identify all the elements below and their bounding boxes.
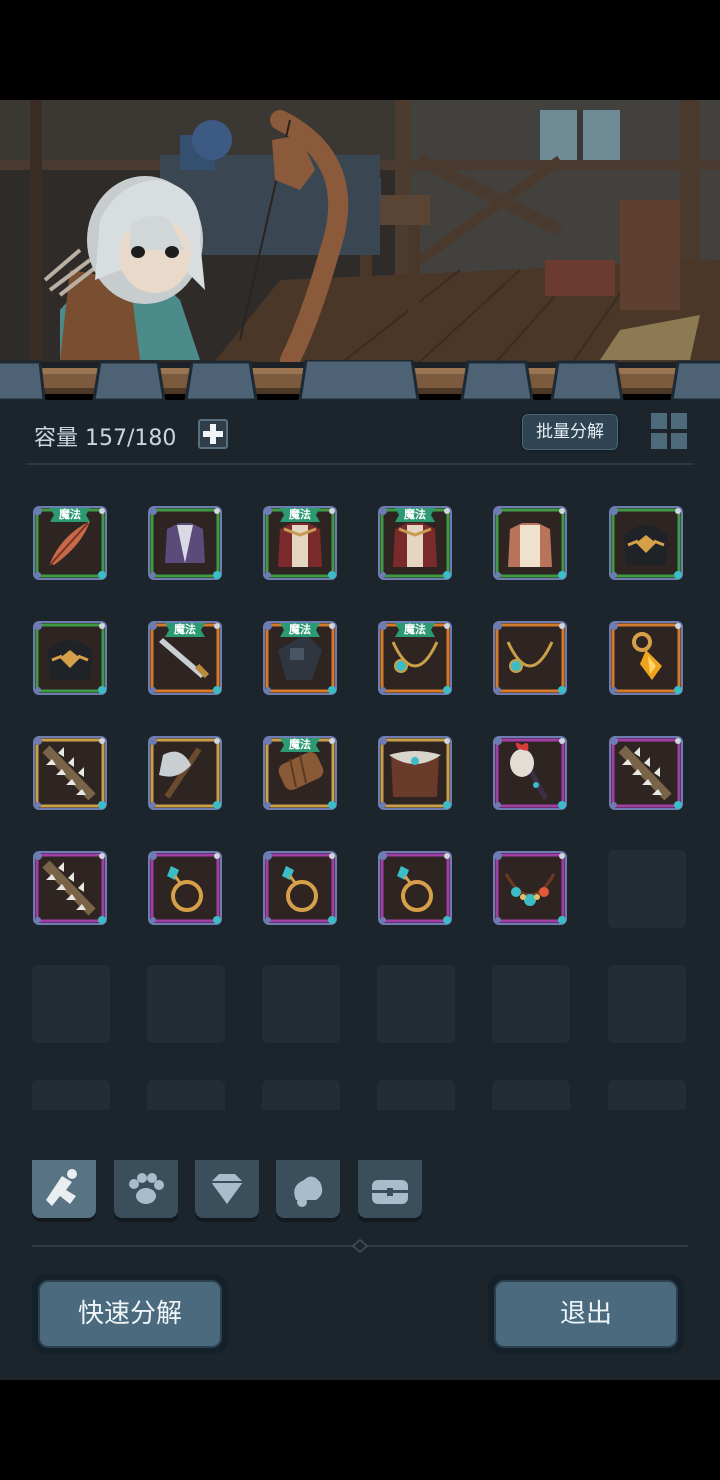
scene-art	[0, 100, 720, 380]
purple-vest-icon	[148, 506, 222, 580]
quick-decompose-label: 快速分解	[77, 1299, 182, 1329]
empty-slot[interactable]	[147, 965, 225, 1043]
inventory-item-slot[interactable]	[147, 505, 223, 581]
rail-art	[0, 358, 720, 402]
empty-slot[interactable]	[608, 1080, 686, 1110]
exit-button[interactable]: 退出	[488, 1274, 684, 1354]
empty-slot[interactable]	[377, 965, 455, 1043]
magic-tag-label: 魔法	[289, 738, 311, 751]
bead-necklace-icon	[493, 851, 567, 925]
magic-tag-label: 魔法	[404, 623, 426, 636]
inventory-item-slot[interactable]: 魔法	[377, 620, 453, 696]
grid-fade	[0, 1110, 720, 1160]
dark-helm-icon	[609, 506, 683, 580]
pet-paw-icon	[129, 1173, 164, 1204]
expand-capacity-button[interactable]	[198, 419, 228, 449]
inventory-item-slot[interactable]	[262, 850, 338, 926]
inventory-item-slot[interactable]	[377, 850, 453, 926]
magic-tag: 魔法	[280, 737, 320, 752]
category-tab[interactable]	[114, 1160, 178, 1218]
magic-tag-label: 魔法	[289, 508, 311, 521]
spiked-club-icon	[33, 736, 107, 810]
inventory-item-slot[interactable]	[147, 850, 223, 926]
category-tab[interactable]	[276, 1160, 340, 1218]
inventory-item-slot[interactable]	[377, 735, 453, 811]
empty-slot[interactable]	[262, 1080, 340, 1110]
inventory-item-slot[interactable]: 魔法	[377, 505, 453, 581]
magic-tag: 魔法	[395, 507, 435, 522]
empty-slot[interactable]	[492, 1080, 570, 1110]
empty-slot[interactable]	[262, 965, 340, 1043]
magic-tag-label: 魔法	[59, 508, 81, 521]
fur-armor-icon	[378, 736, 452, 810]
category-tab[interactable]	[195, 1160, 259, 1218]
divider-ornament-icon	[351, 1239, 369, 1253]
dark-helm-icon	[33, 621, 107, 695]
empty-slot[interactable]	[608, 850, 686, 928]
magic-tag: 魔法	[165, 622, 205, 637]
weapon-category-icon	[46, 1169, 77, 1206]
inventory-item-slot[interactable]: 魔法	[147, 620, 223, 696]
chest-icon	[372, 1180, 408, 1204]
inventory-item-slot[interactable]	[608, 620, 684, 696]
inventory-item-slot[interactable]	[492, 505, 568, 581]
grid-view-icon	[651, 413, 687, 449]
inventory-item-slot[interactable]	[608, 735, 684, 811]
inventory-item-slot[interactable]: 魔法	[32, 505, 108, 581]
magic-tag: 魔法	[50, 507, 90, 522]
material-icon	[294, 1176, 323, 1207]
inventory-item-slot[interactable]: 魔法	[262, 735, 338, 811]
gem-icon	[211, 1174, 243, 1204]
magic-tag: 魔法	[280, 622, 320, 637]
inventory-item-slot[interactable]	[147, 735, 223, 811]
empty-slot[interactable]	[32, 965, 110, 1043]
empty-slot[interactable]	[492, 965, 570, 1043]
gold-necklace-icon	[493, 621, 567, 695]
spiked-club-icon	[609, 736, 683, 810]
category-tab[interactable]	[358, 1160, 422, 1218]
inventory-item-slot[interactable]	[32, 850, 108, 926]
magic-tag: 魔法	[395, 622, 435, 637]
empty-slot[interactable]	[377, 1080, 455, 1110]
inventory-item-slot[interactable]	[492, 620, 568, 696]
inventory-item-slot[interactable]	[492, 735, 568, 811]
inventory-item-slot[interactable]: 魔法	[262, 620, 338, 696]
footer-divider	[32, 1239, 688, 1253]
magic-tag: 魔法	[280, 507, 320, 522]
capacity-label: 容量 157/180	[34, 426, 177, 451]
exit-label: 退出	[559, 1299, 612, 1329]
bone-staff-icon	[493, 736, 567, 810]
inventory-item-slot[interactable]	[32, 620, 108, 696]
inventory-item-slot[interactable]: 魔法	[262, 505, 338, 581]
gem-ring-icon	[263, 851, 337, 925]
magic-tag-label: 魔法	[174, 623, 196, 636]
empty-slot[interactable]	[32, 1080, 110, 1110]
empty-slot[interactable]	[147, 1080, 225, 1110]
amber-earring-icon	[609, 621, 683, 695]
battle-axe-icon	[148, 736, 222, 810]
cream-robe-icon	[493, 506, 567, 580]
header-divider	[26, 463, 694, 465]
batch-decompose-button[interactable]: 批量分解	[520, 412, 620, 452]
hero-scene-banner	[0, 100, 720, 380]
inventory-item-slot[interactable]	[492, 850, 568, 926]
gem-ring-icon	[148, 851, 222, 925]
magic-tag-label: 魔法	[289, 623, 311, 636]
category-tab[interactable]	[32, 1160, 96, 1218]
grid-view-toggle[interactable]	[650, 412, 688, 450]
banner-rail	[0, 358, 720, 404]
quick-decompose-button[interactable]: 快速分解	[32, 1274, 228, 1354]
inventory-item-slot[interactable]	[608, 505, 684, 581]
spiked-club-icon	[33, 851, 107, 925]
empty-slot[interactable]	[608, 965, 686, 1043]
magic-tag-label: 魔法	[404, 508, 426, 521]
inventory-item-slot[interactable]	[32, 735, 108, 811]
gem-ring-icon	[378, 851, 452, 925]
plus-icon	[203, 424, 223, 444]
